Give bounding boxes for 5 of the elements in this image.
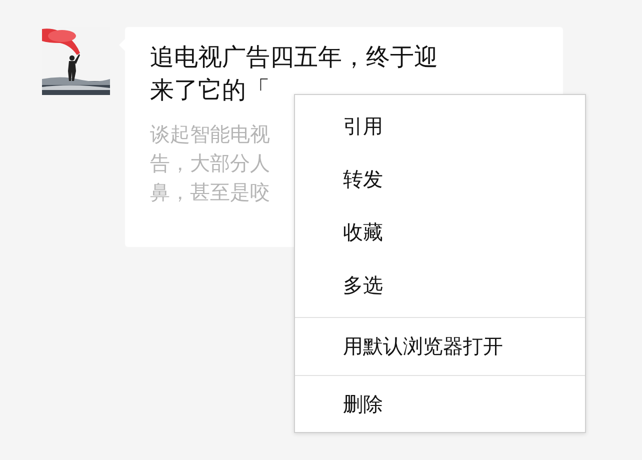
article-title: 来了它的「 (150, 75, 270, 106)
article-summary: 鼻，甚至是咬 (150, 179, 270, 206)
article-title: 追电视广告四五年，终于迎 (150, 42, 438, 73)
article-summary: 谈起智能电视 (150, 121, 270, 148)
article-summary: 告，大部分人 (150, 150, 270, 177)
